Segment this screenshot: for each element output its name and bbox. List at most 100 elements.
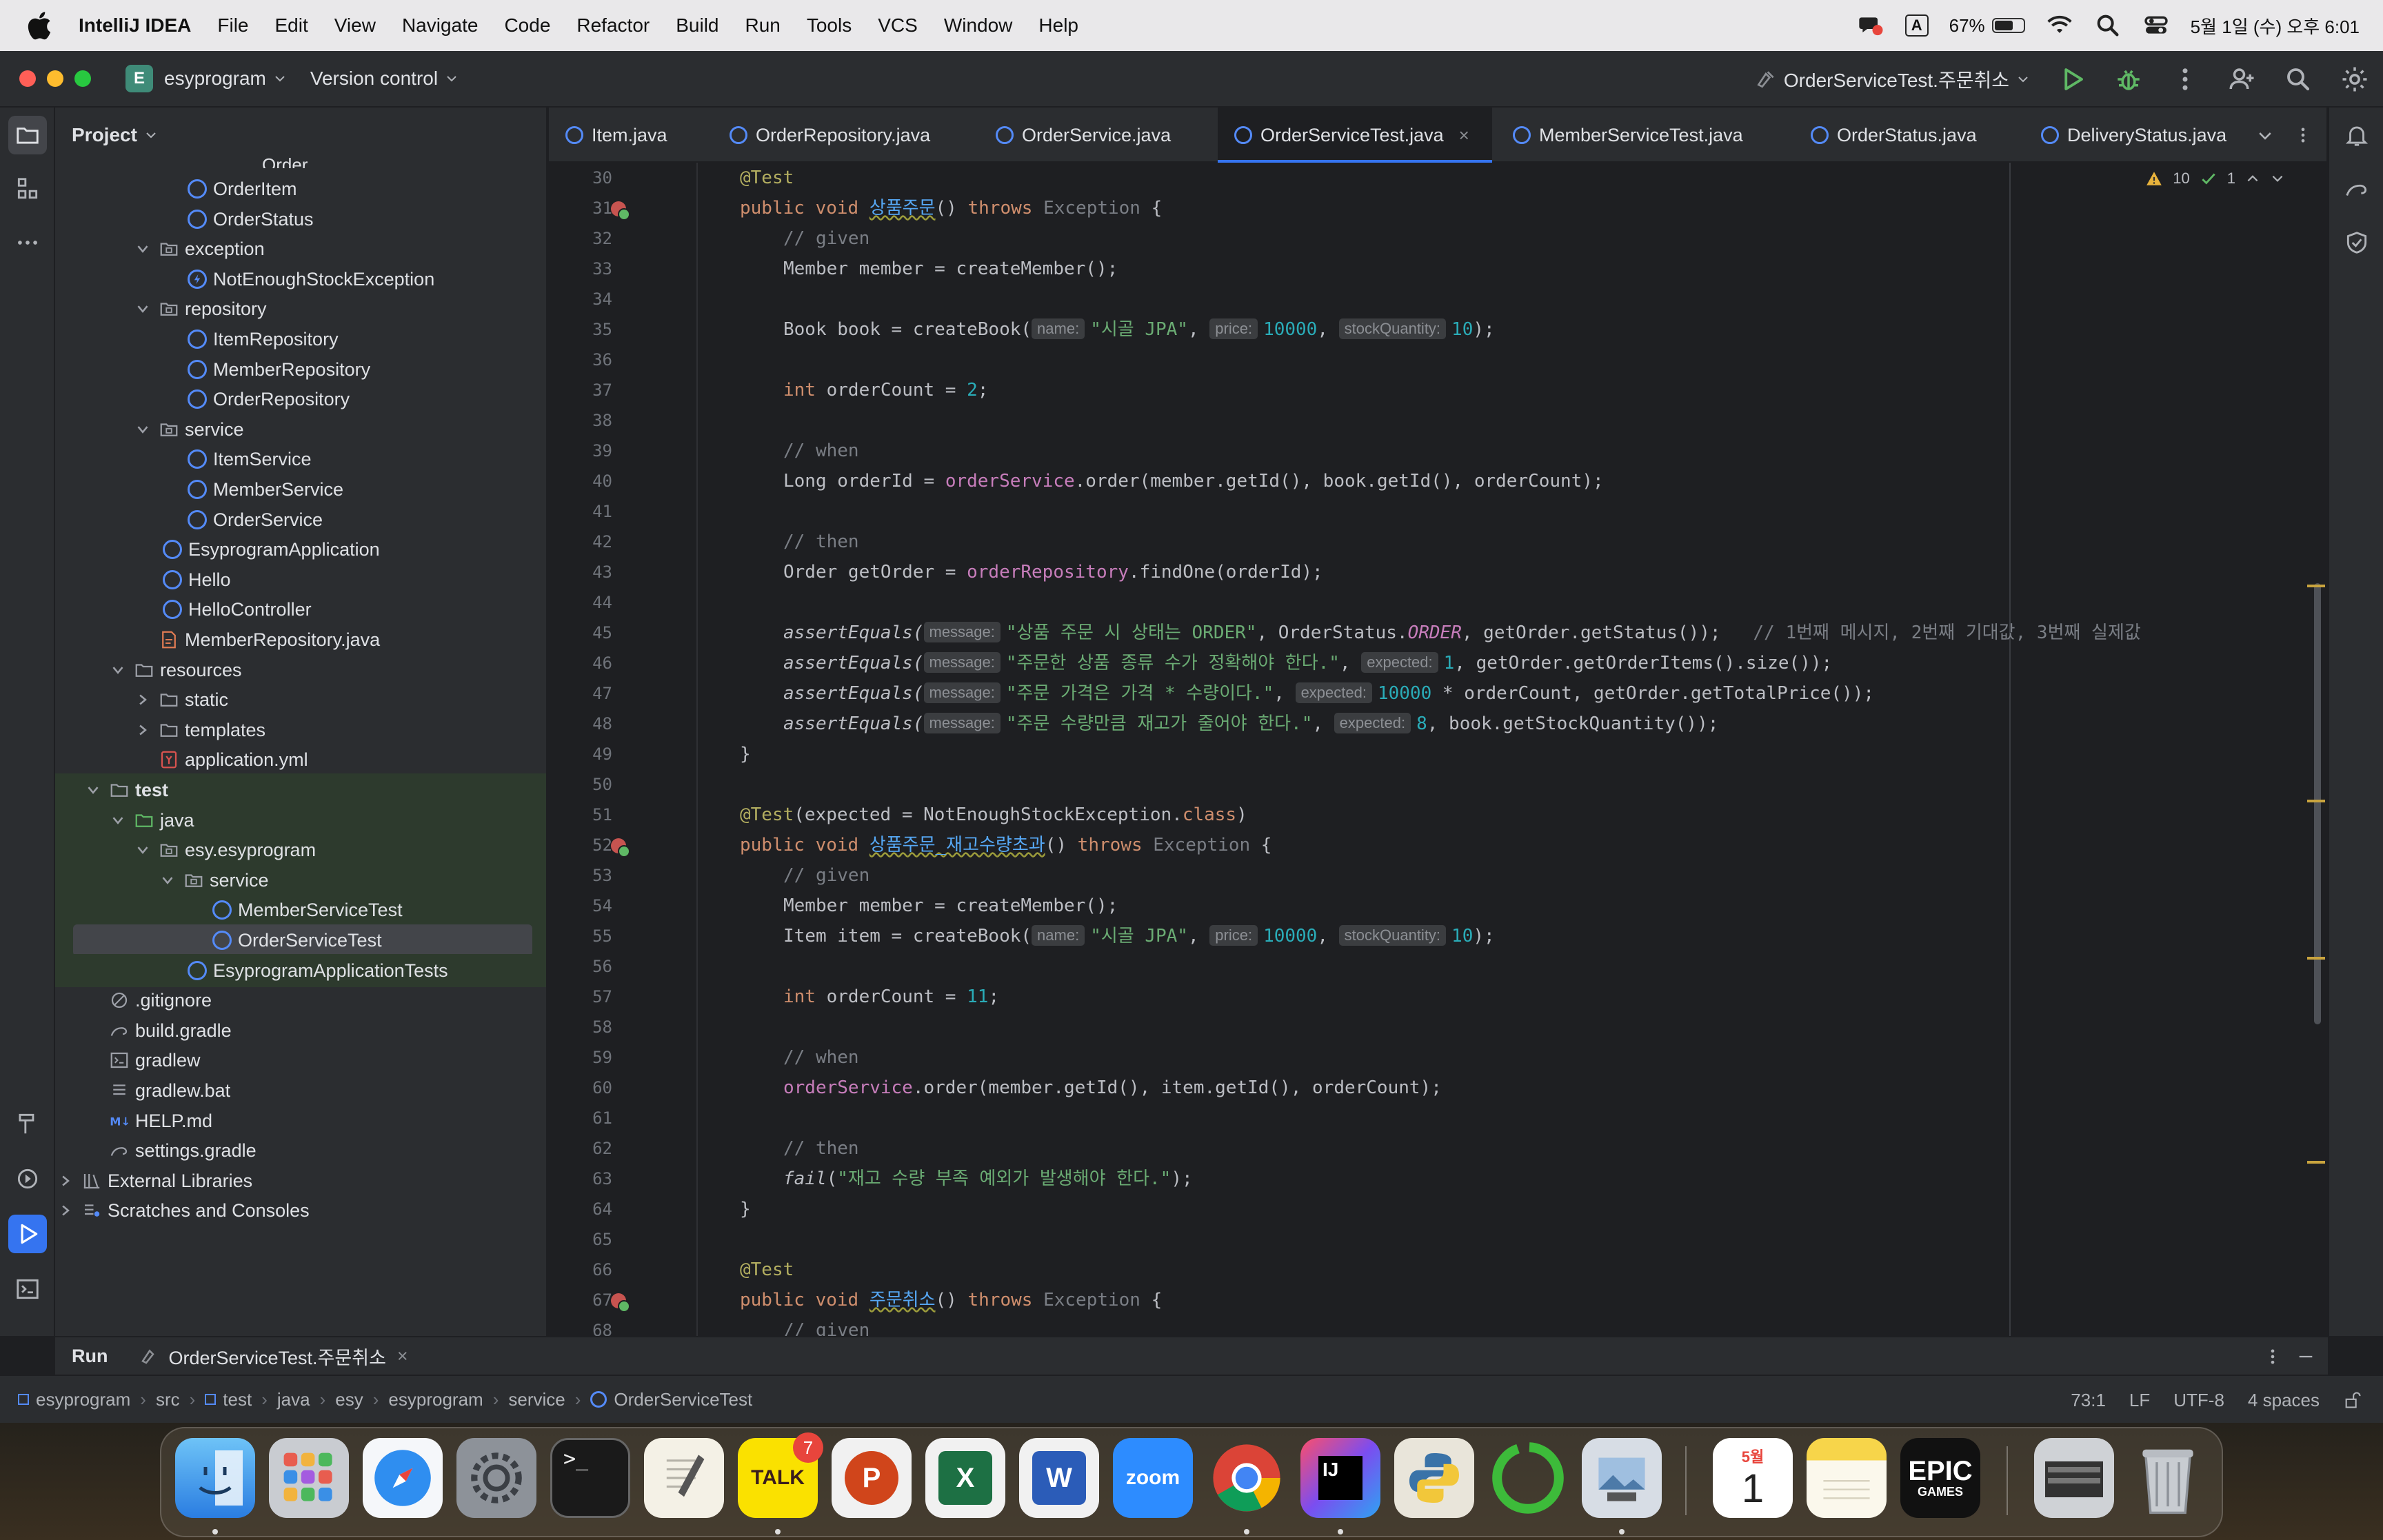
vcs-selector[interactable]: Version control xyxy=(310,68,459,90)
chevron-up-icon[interactable] xyxy=(2245,171,2260,186)
project-selector[interactable]: esyprogram xyxy=(164,68,287,90)
tree-item-orderrepository[interactable]: OrderRepository xyxy=(55,383,546,416)
chevron-down-icon[interactable] xyxy=(134,240,152,258)
menu-navigate[interactable]: Navigate xyxy=(402,14,479,37)
chevron-right-icon[interactable] xyxy=(57,1202,74,1219)
tree-item-gradlew[interactable]: gradlew xyxy=(55,1044,546,1077)
wifi-icon[interactable] xyxy=(2046,12,2073,39)
menubar-clock[interactable]: 5월 1일 (수) 오후 6:01 xyxy=(2191,13,2360,39)
dock-intellij[interactable]: IJ xyxy=(1300,1438,1380,1518)
chevron-right-icon[interactable] xyxy=(134,691,152,709)
breadcrumb-item[interactable]: src xyxy=(156,1389,180,1410)
warning-marker[interactable] xyxy=(2307,1161,2325,1164)
tree-item-orderstatus[interactable]: OrderStatus xyxy=(55,203,546,236)
breadcrumb-item[interactable]: OrderServiceTest xyxy=(590,1389,752,1410)
menu-vcs[interactable]: VCS xyxy=(878,14,918,37)
line-number[interactable]: 37 xyxy=(592,381,612,400)
dock-notes[interactable] xyxy=(1807,1438,1887,1518)
services-tool-button[interactable] xyxy=(8,1159,47,1198)
line-number[interactable]: 66 xyxy=(592,1260,612,1279)
line-number[interactable]: 44 xyxy=(592,593,612,612)
menu-run[interactable]: Run xyxy=(745,14,780,37)
dock-terminal[interactable]: >_ xyxy=(550,1438,630,1518)
breadcrumb-item[interactable]: test xyxy=(205,1389,252,1410)
settings-gear-icon[interactable] xyxy=(2340,65,2369,94)
dock-kakaotalk[interactable]: TALK 7 xyxy=(738,1432,823,1518)
tree-item-gradlew-bat[interactable]: gradlew.bat xyxy=(55,1074,546,1107)
warning-marker[interactable] xyxy=(2307,800,2325,802)
chevron-down-icon[interactable] xyxy=(2270,171,2285,186)
line-number[interactable]: 43 xyxy=(592,563,612,582)
menu-refactor[interactable]: Refactor xyxy=(576,14,650,37)
line-number[interactable]: 60 xyxy=(592,1078,612,1097)
line-number[interactable]: 61 xyxy=(592,1108,612,1128)
chevron-down-icon[interactable] xyxy=(159,871,177,889)
tree-item-orderitem[interactable]: OrderItem xyxy=(55,172,546,205)
close-tab-icon[interactable]: × xyxy=(1459,125,1469,146)
zoom-window-button[interactable] xyxy=(74,70,91,87)
line-number[interactable]: 50 xyxy=(592,775,612,794)
line-number[interactable]: 45 xyxy=(592,623,612,642)
dock-launchpad[interactable] xyxy=(269,1438,349,1518)
menu-edit[interactable]: Edit xyxy=(275,14,308,37)
tab-item-java[interactable]: Item.java xyxy=(565,108,667,163)
line-number[interactable]: 30 xyxy=(592,168,612,188)
menu-file[interactable]: File xyxy=(217,14,248,37)
gradle-button[interactable] xyxy=(2337,170,2376,208)
dock-preview[interactable] xyxy=(1582,1438,1662,1518)
control-center-icon[interactable] xyxy=(2142,12,2170,39)
line-number[interactable]: 36 xyxy=(592,350,612,369)
minimize-window-button[interactable] xyxy=(47,70,63,87)
menu-app-name[interactable]: IntelliJ IDEA xyxy=(79,14,191,37)
warning-marker[interactable] xyxy=(2307,957,2325,960)
minimize-panel-icon[interactable] xyxy=(2296,1347,2315,1366)
dock-safari[interactable] xyxy=(363,1438,443,1518)
line-separator[interactable]: LF xyxy=(2129,1390,2150,1411)
code-editor[interactable]: @Test public void 상품주문() throws Exceptio… xyxy=(696,163,2282,1336)
run-more-icon[interactable] xyxy=(2263,1347,2282,1366)
dock-epic-games[interactable]: EPIC GAMES xyxy=(1900,1438,1980,1518)
tree-item-orderservicetest[interactable]: OrderServiceTest xyxy=(55,924,546,957)
tree-item-service[interactable]: service xyxy=(55,864,546,897)
tab-orderservice-java[interactable]: OrderService.java xyxy=(996,108,1171,163)
tree-item-hellocontroller[interactable]: HelloController xyxy=(55,593,546,626)
line-number[interactable]: 54 xyxy=(592,896,612,915)
tree-item-esyprogramapplication[interactable]: EsyprogramApplication xyxy=(55,533,546,566)
tree-item-esyprogramapplicationtests[interactable]: EsyprogramApplicationTests xyxy=(55,954,546,987)
more-tools-button[interactable] xyxy=(8,223,47,262)
add-user-icon[interactable] xyxy=(2227,65,2256,94)
tab-orderservicetest-java[interactable]: OrderServiceTest.java × xyxy=(1218,108,1492,163)
structure-tool-button[interactable] xyxy=(8,170,47,208)
terminal-tool-button[interactable] xyxy=(8,1270,47,1308)
line-number[interactable]: 68 xyxy=(592,1321,612,1336)
chevron-down-icon[interactable] xyxy=(134,421,152,438)
line-number[interactable]: 63 xyxy=(592,1169,612,1188)
run-test-gutter-icon[interactable] xyxy=(611,1293,630,1313)
close-window-button[interactable] xyxy=(19,70,36,87)
warning-marker[interactable] xyxy=(2307,585,2325,587)
tree-item-memberservicetest[interactable]: MemberServiceTest xyxy=(55,893,546,926)
dock-python-launcher[interactable] xyxy=(1394,1438,1474,1518)
run-test-gutter-icon[interactable] xyxy=(611,201,630,221)
line-number[interactable]: 38 xyxy=(592,411,612,430)
line-number[interactable]: 49 xyxy=(592,744,612,764)
breadcrumb-item[interactable]: java xyxy=(277,1389,310,1410)
line-number[interactable]: 42 xyxy=(592,532,612,551)
dock-chrome[interactable] xyxy=(1207,1438,1287,1518)
tabs-more-icon[interactable] xyxy=(2293,125,2313,145)
dock-trash[interactable] xyxy=(2128,1438,2208,1518)
dock-downloads-stack[interactable] xyxy=(2034,1438,2114,1518)
tree-item-notenoughstockexception[interactable]: NotEnoughStockException xyxy=(55,263,546,296)
menu-view[interactable]: View xyxy=(334,14,376,37)
line-number[interactable]: 55 xyxy=(592,926,612,946)
tree-item-memberrepository-java[interactable]: MemberRepository.java xyxy=(55,623,546,656)
tree-item-memberrepository[interactable]: MemberRepository xyxy=(55,353,546,386)
chevron-down-icon[interactable] xyxy=(109,811,127,829)
dock-activity-ring-app[interactable] xyxy=(1488,1438,1568,1518)
menu-build[interactable]: Build xyxy=(676,14,718,37)
tree-item-external-libraries[interactable]: External Libraries xyxy=(55,1164,546,1197)
line-number[interactable]: 57 xyxy=(592,987,612,1006)
tree-item-exception[interactable]: exception xyxy=(55,232,546,265)
line-number[interactable]: 56 xyxy=(592,957,612,976)
dock-powerpoint[interactable]: P xyxy=(832,1438,912,1518)
